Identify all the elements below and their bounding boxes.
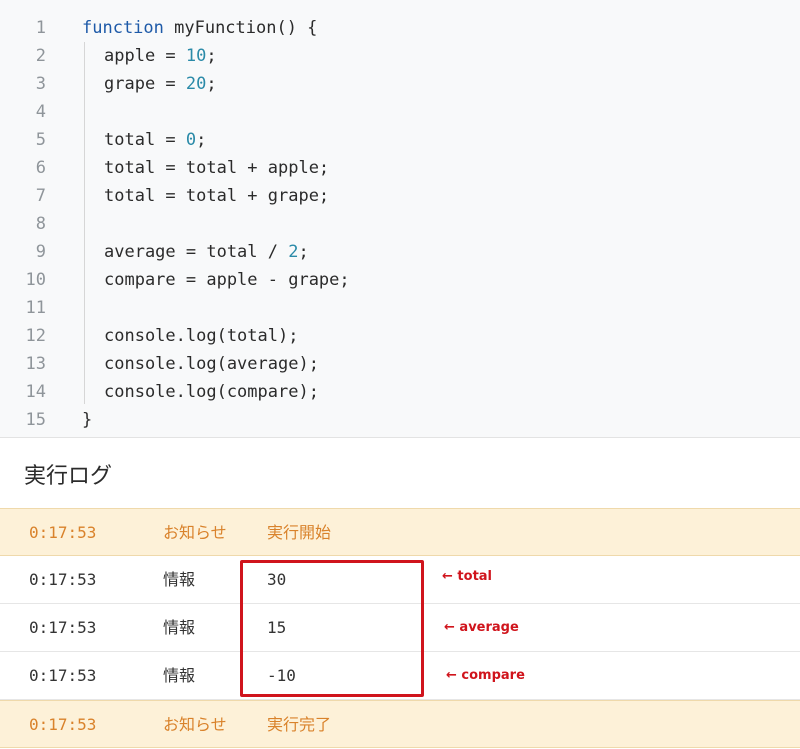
log-row: 0:17:53 お知らせ 実行開始 — [0, 508, 800, 556]
log-row: 0:17:53 お知らせ 実行完了 — [0, 700, 800, 748]
code-text: total = total + apple; — [104, 154, 329, 182]
log-time: 0:17:53 — [29, 666, 97, 685]
code-text: console.log(compare); — [104, 378, 319, 406]
line-number: 3 — [35, 74, 46, 94]
log-level: お知らせ — [163, 715, 227, 734]
line-number: 10 — [25, 270, 46, 290]
log-level: 情報 — [163, 618, 196, 637]
code-token: ; — [206, 74, 217, 94]
code-line[interactable]: 12 console.log(total); — [0, 322, 800, 350]
line-number: 2 — [35, 46, 46, 66]
code-line[interactable]: 6 total = total + apple; — [0, 154, 800, 182]
code-line[interactable]: 8 — [0, 210, 800, 238]
line-number: 7 — [35, 186, 46, 206]
line-number: 12 — [25, 326, 46, 346]
code-line[interactable]: 15} — [0, 406, 800, 434]
code-token: grape = — [104, 74, 186, 94]
execution-log-title: 実行ログ — [24, 464, 113, 489]
code-token: apple = — [104, 46, 186, 66]
code-line[interactable]: 13 console.log(average); — [0, 350, 800, 378]
code-token: average = total / — [104, 242, 289, 262]
line-number: 6 — [35, 158, 46, 178]
line-number: 5 — [35, 130, 46, 150]
annotation-average: ← average — [444, 620, 519, 635]
log-time: 0:17:53 — [29, 618, 97, 637]
code-text: total = total + grape; — [104, 182, 329, 210]
code-token: console.log(compare); — [104, 382, 319, 402]
annotation-compare: ← compare — [446, 668, 525, 683]
code-text: compare = apple - grape; — [104, 266, 350, 294]
annotation-total: ← total — [442, 569, 493, 584]
line-number: 4 — [35, 102, 46, 122]
line-number: 11 — [25, 298, 46, 318]
code-token: total = total + apple; — [104, 158, 330, 178]
code-number: 0 — [185, 130, 197, 150]
code-line[interactable]: 9 average = total / 2; — [0, 238, 800, 266]
output-highlight-box — [240, 560, 424, 697]
code-line[interactable]: 5 total = 0; — [0, 126, 800, 154]
code-text: apple = 10; — [104, 42, 217, 70]
code-text: average = total / 2; — [104, 238, 309, 266]
log-message: 実行完了 — [267, 715, 332, 734]
code-text: function myFunction() { — [82, 14, 317, 42]
code-line[interactable]: 11 — [0, 294, 800, 322]
code-token: console.log(average); — [104, 354, 319, 374]
code-editor[interactable]: 1 function myFunction() { 2 apple = 10; 3 gra… — [0, 0, 800, 438]
line-number: 13 — [25, 354, 46, 374]
code-line[interactable]: 10 compare = apple - grape; — [0, 266, 800, 294]
code-token: total = — [104, 130, 186, 150]
code-line[interactable]: 7 total = total + grape; — [0, 182, 800, 210]
code-number: 2 — [288, 242, 299, 262]
line-number: 8 — [35, 214, 46, 234]
line-number: 14 — [25, 382, 46, 402]
code-text: grape = 20; — [104, 70, 217, 98]
code-token: ; — [206, 46, 217, 66]
code-line[interactable]: 4 — [0, 98, 800, 126]
code-token: ; — [298, 242, 309, 262]
code-line[interactable]: 14 console.log(compare); — [0, 378, 800, 406]
code-text: console.log(total); — [104, 322, 298, 350]
code-token: myFunction() { — [163, 18, 318, 38]
log-time: 0:17:53 — [29, 523, 97, 542]
code-line[interactable]: 2 apple = 10; — [0, 42, 800, 70]
log-level: お知らせ — [163, 523, 227, 542]
code-token: } — [82, 410, 93, 430]
code-token: total = total + grape; — [104, 186, 330, 206]
log-level: 情報 — [163, 570, 196, 589]
code-keyword: function — [82, 18, 164, 38]
code-line[interactable]: 3 grape = 20; — [0, 70, 800, 98]
log-time: 0:17:53 — [29, 715, 97, 734]
line-number: 9 — [35, 242, 46, 262]
code-number: 10 — [185, 46, 207, 66]
line-number: 15 — [25, 410, 46, 430]
log-level: 情報 — [163, 666, 196, 685]
code-number: 20 — [185, 74, 207, 94]
code-line[interactable]: 1 function myFunction() { — [0, 14, 800, 42]
code-token: console.log(total); — [104, 326, 299, 346]
code-text: } — [82, 406, 92, 434]
code-token: ; — [196, 130, 207, 150]
code-token: compare = apple - grape; — [104, 270, 350, 290]
code-text: total = 0; — [104, 126, 206, 154]
log-message: 実行開始 — [267, 523, 332, 542]
log-time: 0:17:53 — [29, 570, 97, 589]
code-text: console.log(average); — [104, 350, 319, 378]
line-number: 1 — [35, 18, 46, 38]
